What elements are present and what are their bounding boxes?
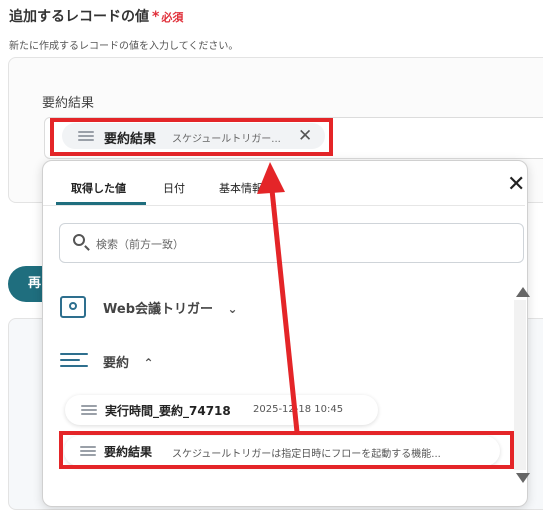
annotation-arrow	[257, 162, 300, 433]
